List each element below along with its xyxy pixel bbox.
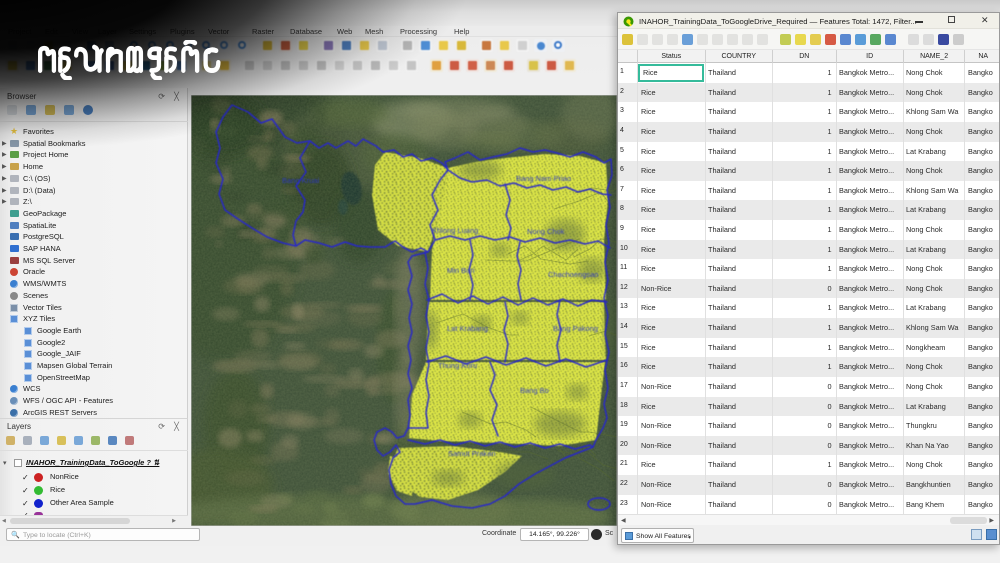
svg-text:Bang Pakong: Bang Pakong [553, 324, 598, 333]
svg-text:Samut Prakan: Samut Prakan [448, 449, 496, 458]
svg-text:Bang Kruai: Bang Kruai [282, 176, 319, 185]
svg-text:Min Buri: Min Buri [447, 266, 475, 275]
svg-text:Nong Chok: Nong Chok [527, 227, 565, 236]
svg-text:Bang Bo: Bang Bo [520, 386, 549, 395]
svg-text:Thung Khru: Thung Khru [438, 361, 477, 370]
svg-text:Chachoengsao: Chachoengsao [548, 270, 598, 279]
svg-text:Lat Krabang: Lat Krabang [447, 324, 488, 333]
svg-text:Khlong Luang: Khlong Luang [432, 226, 478, 235]
svg-text:Bang Nam Priao: Bang Nam Priao [516, 174, 571, 183]
